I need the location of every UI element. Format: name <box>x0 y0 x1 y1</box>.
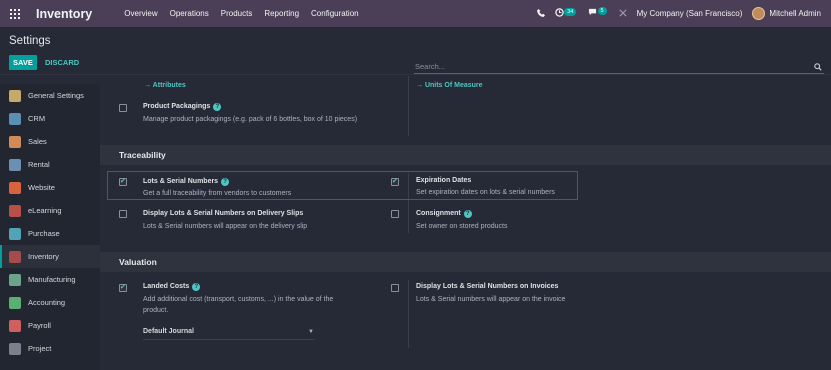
apps-menu-icon[interactable] <box>0 8 30 19</box>
save-button[interactable]: SAVE <box>9 55 37 70</box>
sidebar-item-manufacturing[interactable]: Manufacturing <box>0 268 100 291</box>
product-packagings-desc: Manage product packagings (e.g. pack of … <box>143 116 358 123</box>
traceability-heading: Traceability <box>119 150 166 160</box>
chevron-down-icon[interactable]: ▼ <box>308 329 314 335</box>
landed-costs-label: Landed Costs <box>143 283 190 290</box>
landed-costs-checkbox[interactable] <box>119 283 127 292</box>
money-icon <box>9 319 21 332</box>
sidebar-item-label: Rental <box>28 160 50 169</box>
settings-content: → Attributes → Units Of Measure Product … <box>100 76 831 370</box>
help-icon[interactable]: ? <box>463 210 472 218</box>
phone-icon[interactable] <box>536 8 545 19</box>
attributes-link[interactable]: → Attributes <box>144 82 186 89</box>
main-menu: Overview Operations Products Reporting C… <box>124 9 370 18</box>
product-packagings-title: Product Packagings? <box>143 103 222 111</box>
menu-reporting[interactable]: Reporting <box>264 9 299 18</box>
chart-icon <box>9 135 21 148</box>
sidebar-item-project[interactable]: Project <box>0 337 100 360</box>
help-icon[interactable]: ? <box>192 283 201 291</box>
sidebar-item-label: Accounting <box>28 298 66 307</box>
control-panel: Settings SAVE DISCARD <box>0 27 831 75</box>
lots-invoices-title: Display Lots & Serial Numbers on Invoice… <box>416 283 559 290</box>
search-bar <box>414 62 824 74</box>
sidebar-item-label: Purchase <box>28 229 60 238</box>
page-title: Settings <box>9 35 51 47</box>
sidebar-item-payroll[interactable]: Payroll <box>0 314 100 337</box>
sidebar-item-label: Website <box>28 183 55 192</box>
select-underline <box>143 339 315 340</box>
sidebar-item-general-settings[interactable]: General Settings <box>0 84 100 107</box>
lots-invoices-desc: Lots & Serial numbers will appear on the… <box>416 296 566 303</box>
boxes-icon <box>9 250 21 263</box>
lots-delivery-checkbox[interactable] <box>119 210 127 218</box>
traceability-section-header: Traceability <box>100 145 831 165</box>
landed-costs-desc: Add additional cost (transport, customs,… <box>143 296 334 303</box>
company-switcher[interactable]: My Company (San Francisco) <box>637 9 743 18</box>
cart-icon <box>9 227 21 240</box>
consignment-title: Consignment? <box>416 210 472 218</box>
navbar-systray: 34 5 My Company (San Francisco) Mitchell… <box>536 0 821 27</box>
activity-count-badge: 34 <box>564 7 577 16</box>
sidebar-item-label: CRM <box>28 114 46 123</box>
app-name[interactable]: Inventory <box>36 7 92 21</box>
product-packagings-checkbox[interactable] <box>119 104 127 112</box>
menu-overview[interactable]: Overview <box>124 9 157 18</box>
sidebar-item-label: General Settings <box>28 91 84 100</box>
activity-icon[interactable]: 34 <box>555 7 578 20</box>
sidebar-item-purchase[interactable]: Purchase <box>0 222 100 245</box>
help-icon[interactable]: ? <box>213 103 222 111</box>
avatar <box>752 7 766 20</box>
sidebar-item-label: Inventory <box>28 252 59 261</box>
column-divider <box>408 76 409 136</box>
handshake-icon <box>9 112 21 125</box>
landed-costs-desc-2: product. <box>143 307 169 314</box>
globe-icon <box>9 181 21 194</box>
lots-invoices-checkbox[interactable] <box>391 284 399 292</box>
sidebar-item-label: Project <box>28 344 52 353</box>
sidebar-item-label: Manufacturing <box>28 275 76 284</box>
discard-button[interactable]: DISCARD <box>42 55 82 70</box>
lots-delivery-title: Display Lots & Serial Numbers on Deliver… <box>143 210 304 217</box>
product-packagings-label: Product Packagings <box>143 103 211 110</box>
sidebar-item-inventory[interactable]: Inventory <box>0 245 100 268</box>
default-journal-select[interactable]: Default Journal <box>143 328 194 335</box>
consignment-checkbox[interactable] <box>391 210 399 218</box>
sidebar-item-rental[interactable]: Rental <box>0 153 100 176</box>
valuation-heading: Valuation <box>119 257 157 267</box>
menu-operations[interactable]: Operations <box>170 9 209 18</box>
top-navbar: Inventory Overview Operations Products R… <box>0 0 831 27</box>
sidebar-item-elearning[interactable]: eLearning <box>0 199 100 222</box>
search-input[interactable] <box>415 62 795 71</box>
sidebar-item-label: Sales <box>28 137 47 146</box>
puzzle-icon <box>9 342 21 355</box>
message-count-badge: 5 <box>597 7 607 15</box>
sidebar-item-label: Payroll <box>28 321 51 330</box>
messages-icon[interactable]: 5 <box>588 7 608 19</box>
column-divider <box>408 280 409 348</box>
gear-icon <box>9 89 21 102</box>
lots-delivery-desc: Lots & Serial numbers will appear on the… <box>143 223 308 230</box>
menu-configuration[interactable]: Configuration <box>311 9 359 18</box>
units-of-measure-link[interactable]: → Units Of Measure <box>416 82 483 89</box>
calculator-icon <box>9 296 21 309</box>
consignment-label: Consignment <box>416 210 461 217</box>
sidebar-item-sales[interactable]: Sales <box>0 130 100 153</box>
settings-sidebar: General Settings CRM Sales Rental Website eLe… <box>0 84 100 370</box>
menu-products[interactable]: Products <box>221 9 253 18</box>
sidebar-item-crm[interactable]: CRM <box>0 107 100 130</box>
book-icon <box>9 204 21 217</box>
sidebar-item-accounting[interactable]: Accounting <box>0 291 100 314</box>
user-menu[interactable]: Mitchell Admin <box>752 7 821 20</box>
sidebar-item-website[interactable]: Website <box>0 176 100 199</box>
highlight-box <box>107 171 578 200</box>
valuation-section-header: Valuation <box>100 252 831 272</box>
consignment-desc: Set owner on stored products <box>416 223 508 230</box>
debug-tools-icon[interactable] <box>618 8 627 19</box>
landed-costs-title: Landed Costs? <box>143 283 201 291</box>
search-icon[interactable] <box>814 63 822 73</box>
sidebar-item-label: eLearning <box>28 206 62 215</box>
wrench-icon <box>9 273 21 286</box>
user-name: Mitchell Admin <box>769 9 821 18</box>
calendar-icon <box>9 158 21 171</box>
